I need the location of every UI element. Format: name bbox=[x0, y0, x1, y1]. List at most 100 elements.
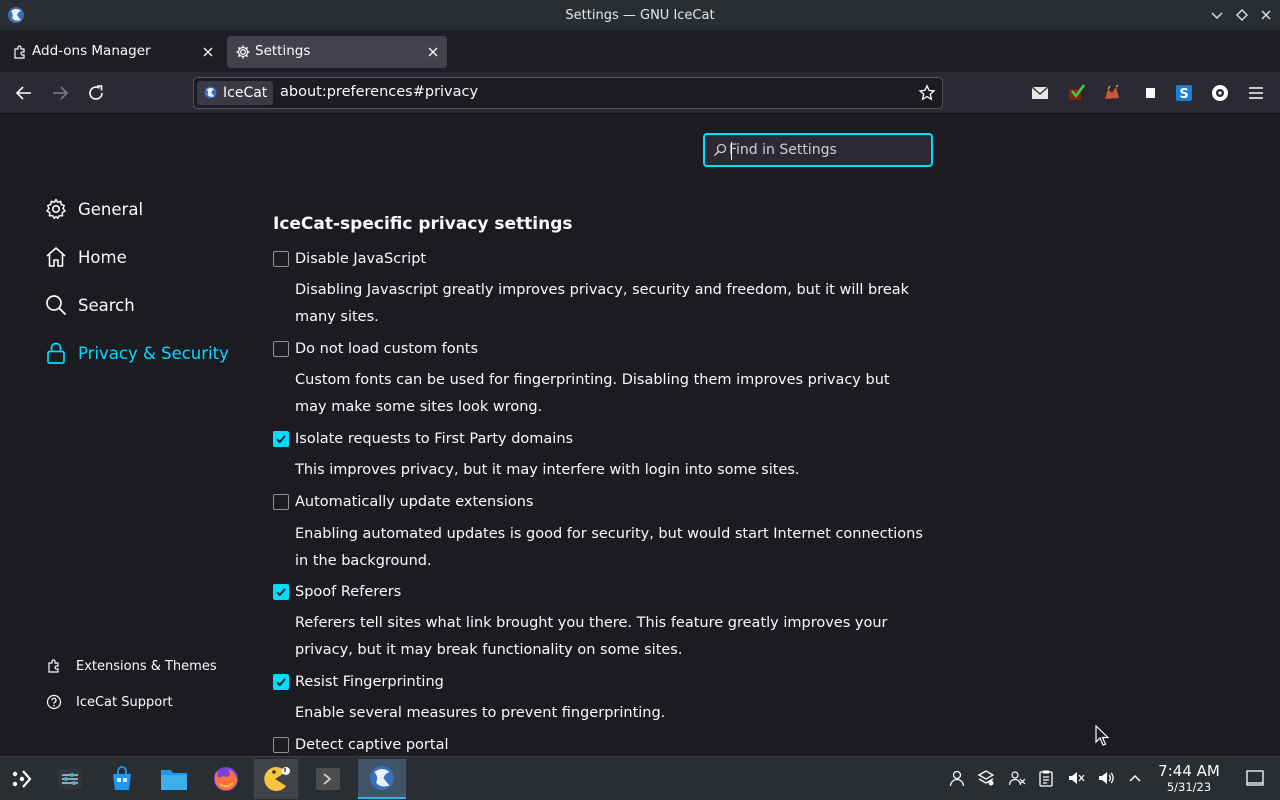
url-bar[interactable]: IceCat about:preferences#privacy bbox=[193, 77, 943, 109]
puzzle-icon bbox=[48, 659, 59, 673]
checkbox-checked[interactable] bbox=[273, 431, 289, 447]
s-extension-icon[interactable]: S bbox=[1174, 83, 1194, 103]
option-resist-fingerprinting[interactable]: Resist Fingerprinting bbox=[273, 672, 444, 692]
find-in-settings-box[interactable] bbox=[703, 133, 933, 167]
gear-icon bbox=[236, 45, 250, 59]
checkmark-extension-icon[interactable] bbox=[1066, 83, 1086, 103]
sidebar-item-home[interactable]: Home bbox=[44, 242, 127, 272]
tab-strip: Add-ons Manager Settings bbox=[0, 30, 1280, 89]
search-icon bbox=[714, 143, 727, 156]
text-caret bbox=[731, 142, 732, 160]
identity-box[interactable]: IceCat bbox=[197, 81, 274, 105]
user-icon[interactable] bbox=[948, 769, 966, 787]
checkbox[interactable] bbox=[273, 341, 289, 357]
gnu-extension-icon[interactable] bbox=[1102, 83, 1122, 103]
taskbar-firefox[interactable] bbox=[204, 759, 248, 799]
navigation-toolbar: IceCat about:preferences#privacy S bbox=[0, 72, 1280, 114]
option-auto-update-extensions[interactable]: Automatically update extensions bbox=[273, 492, 533, 512]
sidebar-item-search[interactable]: Search bbox=[44, 290, 135, 320]
option-no-custom-fonts[interactable]: Do not load custom fonts bbox=[273, 339, 478, 359]
sidebar-link-icecat-support[interactable]: IceCat Support bbox=[46, 691, 173, 713]
chevron-up-icon[interactable] bbox=[1126, 769, 1144, 787]
find-in-settings-input[interactable] bbox=[729, 139, 924, 161]
checkbox[interactable] bbox=[273, 494, 289, 510]
application-launcher-button[interactable] bbox=[0, 759, 44, 799]
option-disable-javascript[interactable]: Disable JavaScript bbox=[273, 249, 426, 269]
identity-label: IceCat bbox=[223, 85, 268, 101]
reload-button[interactable] bbox=[84, 81, 108, 105]
checkmark-icon bbox=[276, 678, 286, 687]
tab-addons-manager[interactable]: Add-ons Manager bbox=[4, 36, 222, 68]
option-description: This improves privacy, but it may interf… bbox=[295, 462, 800, 478]
folder-icon bbox=[161, 770, 187, 790]
back-button[interactable] bbox=[12, 81, 36, 105]
option-spoof-referers[interactable]: Spoof Referers bbox=[273, 582, 401, 602]
option-description: Enabling automated updates is good for s… bbox=[295, 526, 923, 569]
close-window-button[interactable] bbox=[1256, 5, 1276, 25]
square-extension-icon[interactable] bbox=[1140, 83, 1160, 103]
launcher-icon bbox=[12, 770, 32, 788]
url-text[interactable]: about:preferences#privacy bbox=[280, 84, 478, 100]
bookmark-star-icon[interactable] bbox=[918, 84, 936, 102]
sidebar-link-label: IceCat Support bbox=[76, 694, 173, 710]
volume-icon[interactable] bbox=[1097, 769, 1115, 787]
clock-time: 7:44 AM bbox=[1158, 762, 1220, 780]
option-description: Disabling Javascript greatly improves pr… bbox=[295, 282, 910, 325]
show-desktop-icon[interactable] bbox=[1245, 768, 1265, 788]
minimize-button[interactable] bbox=[1207, 5, 1227, 25]
icecat-logo-icon bbox=[8, 7, 24, 23]
clock-date: 5/31/23 bbox=[1166, 780, 1212, 794]
close-tab-icon[interactable] bbox=[425, 44, 441, 60]
option-isolate-first-party[interactable]: Isolate requests to First Party domains bbox=[273, 429, 573, 449]
hamburger-menu-icon[interactable] bbox=[1246, 83, 1266, 103]
sidebar-link-extensions-themes[interactable]: Extensions & Themes bbox=[46, 655, 217, 677]
gear-icon bbox=[46, 198, 66, 220]
pacman-icon bbox=[264, 767, 290, 791]
tab-settings[interactable]: Settings bbox=[227, 36, 447, 68]
checkbox[interactable] bbox=[273, 737, 289, 753]
search-icon bbox=[46, 295, 67, 316]
taskbar-clock[interactable]: 7:44 AM 5/31/23 bbox=[1152, 762, 1226, 794]
close-icon bbox=[1261, 10, 1271, 20]
tab-label: Add-ons Manager bbox=[32, 43, 151, 59]
puzzle-icon bbox=[14, 45, 25, 59]
checkmark-icon bbox=[276, 588, 286, 597]
option-label: Do not load custom fonts bbox=[295, 341, 479, 357]
preferences-page: General Home Search Privacy & Security E… bbox=[0, 114, 1280, 756]
option-label: Resist Fingerprinting bbox=[295, 674, 444, 690]
taskbar-file-manager[interactable] bbox=[152, 759, 196, 799]
mail-icon[interactable] bbox=[1030, 83, 1050, 103]
muted-speaker-icon[interactable] bbox=[1067, 769, 1085, 787]
tab-label: Settings bbox=[255, 43, 311, 59]
diamond-icon bbox=[1236, 9, 1248, 21]
network-icon[interactable] bbox=[977, 769, 995, 787]
checkbox-checked[interactable] bbox=[273, 584, 289, 600]
forward-button[interactable] bbox=[48, 81, 72, 105]
taskbar-terminal[interactable] bbox=[306, 759, 350, 799]
option-label: Detect captive portal bbox=[295, 737, 449, 753]
option-label: Disable JavaScript bbox=[295, 251, 427, 267]
accounts-icon[interactable] bbox=[1008, 769, 1026, 787]
terminal-icon bbox=[316, 768, 340, 790]
close-tab-icon[interactable] bbox=[200, 44, 216, 60]
taskbar-icecat[interactable] bbox=[358, 759, 406, 799]
sidebar-item-general[interactable]: General bbox=[44, 194, 143, 224]
chevron-down-icon bbox=[1211, 12, 1223, 20]
checkbox[interactable] bbox=[273, 251, 289, 267]
sidebar-item-privacy-security[interactable]: Privacy & Security bbox=[44, 338, 229, 368]
taskbar-discover-store[interactable] bbox=[100, 759, 144, 799]
checkbox-checked[interactable] bbox=[273, 674, 289, 690]
window-title: Settings — GNU IceCat bbox=[565, 7, 715, 23]
option-label: Spoof Referers bbox=[295, 584, 402, 600]
eye-extension-icon[interactable] bbox=[1210, 83, 1230, 103]
sidebar-item-label: Home bbox=[78, 247, 127, 267]
taskbar-system-settings[interactable] bbox=[48, 759, 92, 799]
option-detect-captive-portal[interactable]: Detect captive portal bbox=[273, 735, 448, 755]
lock-icon bbox=[47, 342, 65, 364]
maximize-button[interactable] bbox=[1232, 5, 1252, 25]
clipboard-icon[interactable] bbox=[1037, 769, 1055, 787]
taskbar-pacman-game[interactable] bbox=[254, 759, 298, 799]
option-description: Referers tell sites what link brought yo… bbox=[295, 615, 888, 658]
help-icon bbox=[46, 694, 62, 710]
system-taskbar: 7:44 AM 5/31/23 bbox=[0, 756, 1280, 800]
